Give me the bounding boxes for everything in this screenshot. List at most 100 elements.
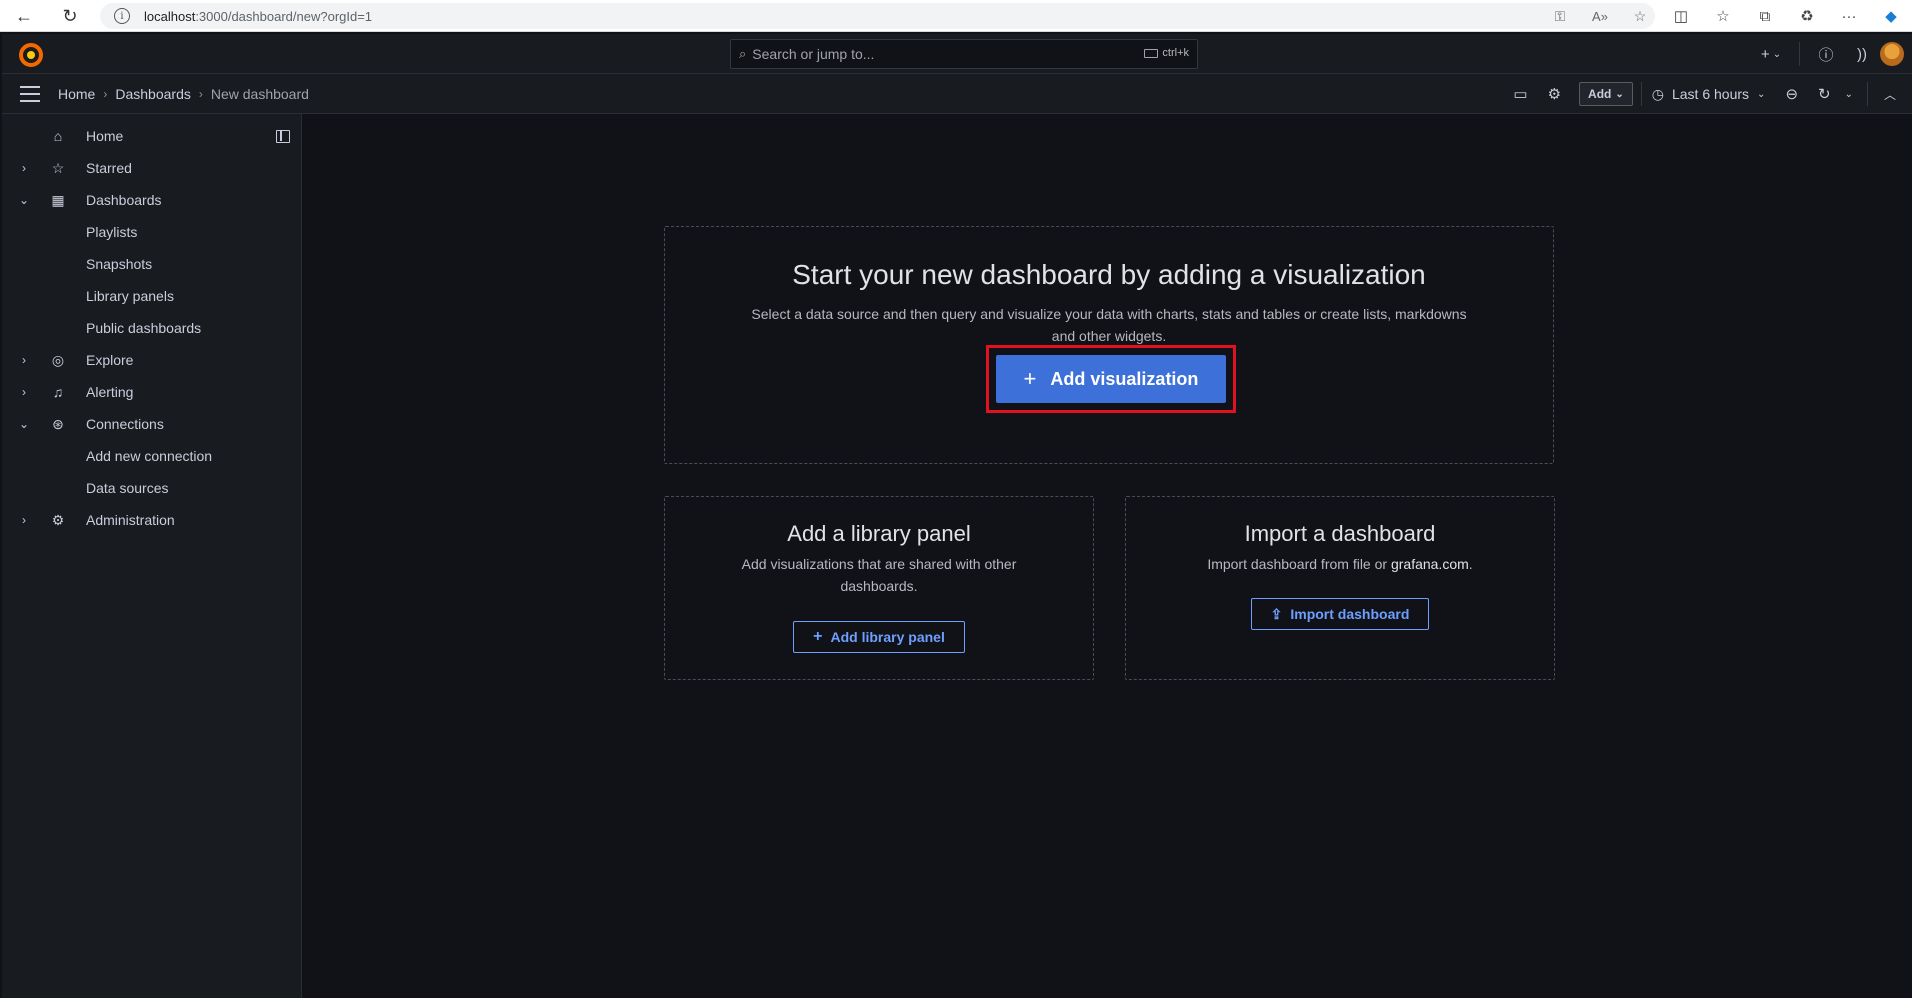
breadcrumb-bar: Home › Dashboards › New dashboard ▭ ⚙ Ad… <box>2 74 1912 114</box>
chevron-right-icon: › <box>198 87 203 101</box>
avatar[interactable] <box>1880 42 1904 66</box>
add-button-label: Add <box>1588 87 1612 101</box>
chevron-right-icon[interactable]: › <box>18 385 30 399</box>
sidebar-item-label: Add new connection <box>86 448 213 464</box>
time-range-picker[interactable]: ◷ Last 6 hours ⌄ <box>1642 86 1776 103</box>
sidebar-item-dashboards[interactable]: ⌄ ▦ Dashboards <box>2 184 302 216</box>
sidebar-item-library-panels[interactable]: Library panels <box>2 280 302 312</box>
favorites-icon[interactable]: ☆ <box>1702 0 1744 32</box>
library-text: Add visualizations that are shared with … <box>741 556 1017 594</box>
keyboard-shortcut: ctrl+k <box>1144 47 1189 59</box>
chevron-right-icon[interactable]: › <box>18 353 30 367</box>
copilot-icon[interactable]: ◆ <box>1870 0 1912 32</box>
import-text: Import dashboard from file or grafana.co… <box>1170 553 1510 575</box>
library-title: Add a library panel <box>787 521 971 546</box>
zoom-out-icon[interactable]: ⊖ <box>1775 74 1808 114</box>
refresh-icon[interactable]: ↻ <box>1808 74 1841 114</box>
breadcrumb-dashboards[interactable]: Dashboards <box>115 86 191 102</box>
add-library-panel-button[interactable]: + Add library panel <box>793 621 965 653</box>
star-icon: ☆ <box>51 159 65 176</box>
main-content: Start your new dashboard by adding a vis… <box>303 114 1912 998</box>
sidebar-item-explore[interactable]: › ◎ Explore <box>2 344 302 376</box>
sidebar-item-label: Administration <box>86 512 175 528</box>
sidebar: ⌂ Home › ☆ Starred ⌄ ▦ Dashboards Playlists Snaps… <box>2 114 302 998</box>
divider <box>1799 42 1800 66</box>
search-placeholder: Search or jump to... <box>752 46 875 62</box>
hero-text: Select a data source and then query and … <box>751 306 1467 344</box>
chevron-right-icon[interactable]: › <box>18 513 30 527</box>
link-icon: ⊛ <box>52 415 64 432</box>
sidebar-item-connections[interactable]: ⌄ ⊛ Connections <box>2 408 302 440</box>
sidebar-item-label: Snapshots <box>86 256 153 272</box>
reload-icon[interactable]: ↻ <box>56 2 84 30</box>
settings-icon[interactable]: ⚙ <box>1538 74 1571 114</box>
sidebar-item-snapshots[interactable]: Snapshots <box>2 248 302 280</box>
sidebar-item-add-new-connection[interactable]: Add new connection <box>2 440 302 472</box>
clock-icon: ◷ <box>1651 85 1664 102</box>
plus-icon: + <box>1023 366 1037 391</box>
new-menu-button[interactable]: + ⌄ <box>1751 34 1791 74</box>
info-icon[interactable]: i <box>114 8 130 24</box>
grafana-link[interactable]: grafana.com <box>1391 556 1469 572</box>
sidebar-item-playlists[interactable]: Playlists <box>2 216 302 248</box>
breadcrumb: Home › Dashboards › New dashboard <box>58 74 309 114</box>
bell-icon: ♫ <box>52 384 64 400</box>
split-screen-icon[interactable]: ◫ <box>1660 0 1702 32</box>
sidebar-item-label: Library panels <box>86 288 174 304</box>
sidebar-item-label: Public dashboards <box>86 320 202 336</box>
save-icon[interactable]: ▭ <box>1503 74 1537 114</box>
empty-dashboard-card: Start your new dashboard by adding a vis… <box>664 226 1554 464</box>
chevron-down-icon: ⌄ <box>1615 88 1624 100</box>
chevron-right-icon: › <box>103 87 108 101</box>
sidebar-item-starred[interactable]: › ☆ Starred <box>2 152 302 184</box>
top-navbar: ⌕ Search or jump to... ctrl+k + ⌄ ⓘ )) <box>2 34 1912 74</box>
sidebar-item-public-dashboards[interactable]: Public dashboards <box>2 312 302 344</box>
search-icon: ⌕ <box>739 46 747 61</box>
sidebar-item-administration[interactable]: › ⚙ Administration <box>2 504 302 536</box>
sidebar-item-label: Explore <box>86 352 134 368</box>
extensions-icon[interactable]: ♻ <box>1786 0 1828 32</box>
add-visualization-button[interactable]: + Add visualization <box>996 355 1226 403</box>
compass-icon: ◎ <box>51 351 65 368</box>
browser-toolbar: ← ↻ i localhost:3000/dashboard/new?orgId… <box>0 0 1912 32</box>
upload-icon: ⇪ <box>1270 605 1283 622</box>
import-title: Import a dashboard <box>1244 521 1436 546</box>
hero-title: Start your new dashboard by adding a vis… <box>792 259 1426 290</box>
more-icon[interactable]: ··· <box>1828 0 1870 32</box>
chevron-right-icon[interactable]: › <box>18 161 30 175</box>
chevron-down-icon[interactable]: ⌄ <box>18 193 30 207</box>
key-icon[interactable]: ⚿ <box>1540 0 1580 32</box>
import-text-prefix: Import dashboard from file or <box>1207 556 1391 572</box>
breadcrumb-current: New dashboard <box>210 86 309 102</box>
sidebar-item-label: Connections <box>86 416 164 432</box>
chevron-down-icon[interactable]: ⌄ <box>18 417 30 431</box>
read-aloud-icon[interactable]: A» <box>1580 0 1620 32</box>
add-button[interactable]: Add ⌄ <box>1579 82 1633 106</box>
import-dashboard-button[interactable]: ⇪ Import dashboard <box>1251 598 1429 630</box>
sidebar-item-label: Dashboards <box>86 192 162 208</box>
sidebar-item-label: Starred <box>86 160 132 176</box>
keyboard-icon <box>1144 48 1159 58</box>
sidebar-item-alerting[interactable]: › ♫ Alerting <box>2 376 302 408</box>
favorite-star-icon[interactable]: ☆ <box>1620 0 1660 32</box>
plus-icon: + <box>813 628 823 645</box>
back-icon[interactable]: ← <box>10 2 38 30</box>
help-icon[interactable]: ⓘ <box>1808 34 1844 74</box>
sidebar-item-data-sources[interactable]: Data sources <box>2 472 302 504</box>
sidebar-item-label: Alerting <box>86 384 134 400</box>
menu-toggle-icon[interactable] <box>20 86 40 102</box>
collections-icon[interactable]: ⧉ <box>1744 0 1786 32</box>
address-bar[interactable]: i localhost:3000/dashboard/new?orgId=1 <box>100 3 1655 29</box>
library-panel-card: Add a library panel Add visualizations t… <box>664 496 1094 680</box>
breadcrumb-home[interactable]: Home <box>58 86 95 102</box>
url-path: :3000/dashboard/new?orgId=1 <box>195 8 373 24</box>
shortcut-label: ctrl+k <box>1162 47 1189 59</box>
add-library-panel-label: Add library panel <box>830 629 945 645</box>
grafana-logo-icon[interactable] <box>18 42 44 68</box>
news-feed-icon[interactable]: )) <box>1844 34 1880 74</box>
collapse-chevron-up-icon[interactable]: ︿ <box>1868 74 1912 114</box>
refresh-interval-chevron-icon[interactable]: ⌄ <box>1841 74 1867 114</box>
sidebar-item-home[interactable]: ⌂ Home <box>2 120 302 152</box>
search-input[interactable]: ⌕ Search or jump to... ctrl+k <box>730 39 1198 69</box>
import-text-suffix: . <box>1468 556 1473 572</box>
